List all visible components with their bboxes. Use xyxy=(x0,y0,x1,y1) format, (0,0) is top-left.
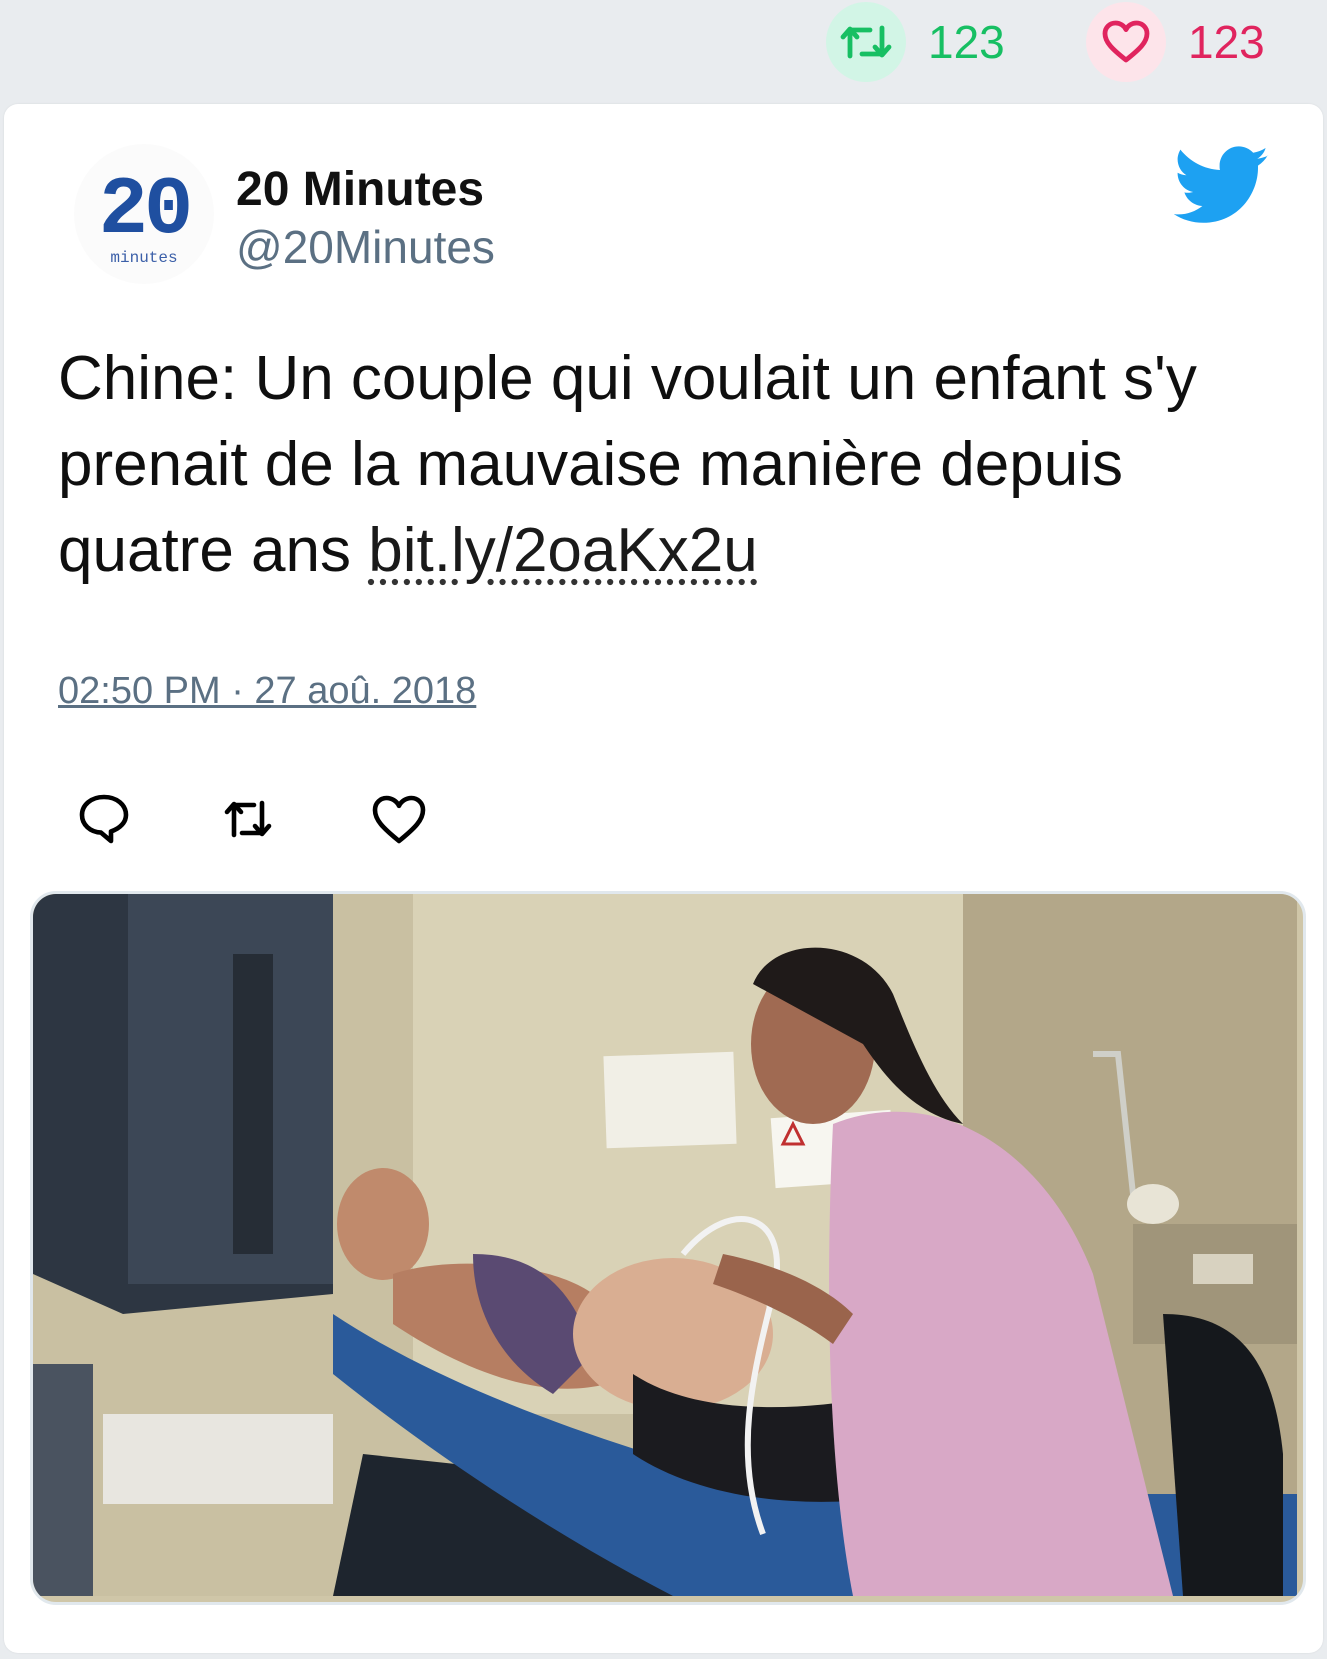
retweet-icon[interactable] xyxy=(218,789,278,849)
tweet-actions xyxy=(74,789,494,849)
tweet-timestamp[interactable]: 02:50 PM · 27 aoû. 2018 xyxy=(58,670,476,713)
like-count[interactable]: 123 xyxy=(1086,2,1265,82)
like-icon[interactable] xyxy=(369,789,429,849)
avatar[interactable]: 20 minutes xyxy=(74,144,214,284)
author-handle[interactable]: @20Minutes xyxy=(236,218,495,276)
retweet-count-value: 123 xyxy=(928,16,1005,68)
author-name[interactable]: 20 Minutes xyxy=(236,162,495,218)
retweet-count[interactable]: 123 xyxy=(826,2,1005,82)
reply-icon[interactable] xyxy=(74,789,134,849)
ultrasound-photo xyxy=(33,894,1297,1596)
tweet-text: Chine: Un couple qui voulait un enfant s… xyxy=(58,336,1288,594)
tweet-link[interactable]: bit.ly/2oaKx2u xyxy=(368,516,757,585)
tweet-media-photo[interactable] xyxy=(30,891,1306,1605)
twitter-bird-icon[interactable] xyxy=(1173,146,1270,226)
tweet-card: 20 minutes 20 Minutes @20Minutes Chine: … xyxy=(4,104,1323,1653)
retweet-icon[interactable] xyxy=(826,2,906,82)
author-info[interactable]: 20 Minutes @20Minutes xyxy=(236,162,495,276)
heart-icon[interactable] xyxy=(1086,2,1166,82)
avatar-number: 20 xyxy=(99,164,189,257)
stats-bar: 123 123 xyxy=(0,0,1327,104)
like-count-value: 123 xyxy=(1188,16,1265,68)
avatar-word: minutes xyxy=(110,249,177,267)
